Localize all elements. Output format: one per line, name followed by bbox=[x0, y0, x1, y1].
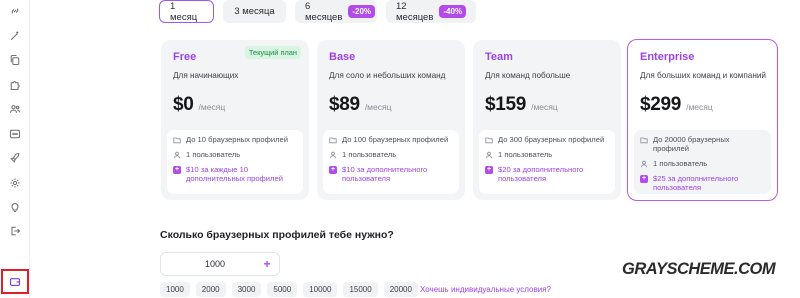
sidebar bbox=[0, 0, 30, 298]
user-icon bbox=[173, 151, 181, 159]
tab-label: 12 месяцев bbox=[396, 0, 434, 23]
sidebar-item-billing[interactable] bbox=[1, 269, 29, 294]
plan-period: /месяц bbox=[198, 102, 226, 112]
tab-12-months[interactable]: 12 месяцев -40% bbox=[386, 0, 476, 23]
plan-period: /месяц bbox=[364, 102, 392, 112]
feature-users: 1 пользователь bbox=[329, 150, 453, 159]
plan-name: Base bbox=[329, 51, 356, 63]
feature-profiles: До 10 браузерных профилей bbox=[173, 135, 297, 144]
preset-2000[interactable]: 2000 bbox=[195, 282, 226, 297]
logout-icon[interactable] bbox=[8, 224, 22, 238]
feature-addon: + $10 за дополнительного пользователя bbox=[329, 165, 428, 183]
settings-icon[interactable] bbox=[8, 176, 22, 190]
plan-name: Enterprise bbox=[640, 51, 695, 63]
plan-features: До 100 браузерных профилей 1 пользовател… bbox=[323, 130, 459, 194]
plan-card-free[interactable]: Free Текущий план Для начинающих $0 /мес… bbox=[161, 40, 309, 200]
tab-3-months[interactable]: 3 месяца bbox=[223, 0, 286, 23]
rocket-icon[interactable] bbox=[8, 151, 22, 165]
plan-card-base[interactable]: Base Для соло и небольших команд $89 /ме… bbox=[317, 40, 465, 200]
plan-name: Team bbox=[485, 51, 513, 63]
feature-users: 1 пользователь bbox=[485, 150, 609, 159]
feature-addon: + $25 за дополнительного пользователя bbox=[640, 174, 739, 192]
profile-presets: 1000 2000 3000 5000 10000 15000 20000 bbox=[160, 282, 418, 297]
preset-3000[interactable]: 3000 bbox=[231, 282, 262, 297]
preset-5000[interactable]: 5000 bbox=[267, 282, 298, 297]
user-icon bbox=[329, 151, 337, 159]
plan-features: До 20000 браузерных профилей 1 пользоват… bbox=[634, 130, 771, 194]
feature-addon: + $20 за дополнительного пользователя bbox=[485, 165, 584, 183]
tab-label: 6 месяцев bbox=[305, 0, 343, 23]
tab-label: 1 месяц bbox=[170, 0, 198, 23]
custom-terms-link[interactable]: Хочешь индивидуальные условия? bbox=[420, 285, 551, 294]
preset-15000[interactable]: 15000 bbox=[343, 282, 378, 297]
preset-10000[interactable]: 10000 bbox=[303, 282, 338, 297]
feature-profiles: До 20000 браузерных профилей bbox=[640, 135, 765, 153]
user-icon bbox=[640, 160, 648, 168]
folder-icon bbox=[329, 136, 337, 144]
feature-users: 1 пользователь bbox=[173, 150, 297, 159]
plan-description: Для больших команд и компаний bbox=[640, 71, 766, 80]
wand-icon[interactable] bbox=[8, 29, 22, 43]
plan-price: $89 bbox=[329, 94, 360, 115]
feature-addon: + $10 за каждые 10 дополнительных профил… bbox=[173, 165, 283, 183]
folder-icon bbox=[173, 136, 181, 144]
folder-icon bbox=[640, 136, 648, 144]
profiles-count-value[interactable]: 1000 bbox=[161, 259, 255, 269]
discount-badge: -40% bbox=[439, 5, 467, 18]
feature-profiles: До 300 браузерных профилей bbox=[485, 135, 609, 144]
plus-icon: + bbox=[640, 174, 648, 183]
link-icon[interactable] bbox=[8, 4, 22, 18]
plan-period: /месяц bbox=[686, 102, 713, 112]
plus-icon: + bbox=[485, 165, 493, 174]
feature-users: 1 пользователь bbox=[640, 159, 765, 168]
period-tabs: 1 месяц 3 месяца 6 месяцев -20% 12 месяц… bbox=[159, 0, 476, 23]
api-icon[interactable] bbox=[8, 127, 22, 141]
plus-icon: + bbox=[329, 165, 337, 174]
tab-1-month[interactable]: 1 месяц bbox=[159, 0, 214, 23]
puzzle-icon[interactable] bbox=[8, 78, 22, 92]
plan-price: $299 bbox=[640, 94, 682, 115]
current-plan-badge: Текущий план bbox=[244, 46, 301, 59]
user-icon bbox=[485, 151, 493, 159]
plan-description: Для команд побольше bbox=[485, 71, 571, 80]
plan-features: До 300 браузерных профилей 1 пользовател… bbox=[479, 130, 615, 194]
folder-icon bbox=[485, 136, 493, 144]
preset-20000[interactable]: 20000 bbox=[383, 282, 418, 297]
watermark: GRAYSCHEME.COM bbox=[622, 260, 776, 278]
tab-label: 3 месяца bbox=[234, 6, 275, 17]
plan-price: $0 bbox=[173, 94, 194, 115]
tab-6-months[interactable]: 6 месяцев -20% bbox=[295, 0, 377, 23]
plan-card-team[interactable]: Team Для команд побольше $159 /месяц До … bbox=[473, 40, 621, 200]
feature-profiles: До 100 браузерных профилей bbox=[329, 135, 453, 144]
profiles-question-title: Сколько браузерных профилей тебе нужно? bbox=[160, 229, 394, 241]
plan-card-enterprise[interactable]: Enterprise Для больших команд и компаний… bbox=[627, 39, 778, 201]
users-icon[interactable] bbox=[8, 102, 22, 116]
plan-price: $159 bbox=[485, 94, 527, 115]
bulb-icon[interactable] bbox=[8, 200, 22, 214]
wallet-icon bbox=[9, 276, 21, 288]
plan-description: Для соло и небольших команд bbox=[329, 71, 446, 80]
profiles-stepper[interactable]: 1000 + bbox=[160, 252, 280, 276]
discount-badge: -20% bbox=[348, 5, 376, 18]
increment-button[interactable]: + bbox=[255, 257, 279, 271]
copy-icon[interactable] bbox=[8, 53, 22, 67]
plan-features: До 10 браузерных профилей 1 пользователь… bbox=[167, 130, 303, 194]
plus-icon: + bbox=[173, 165, 181, 174]
plan-description: Для начинающих bbox=[173, 71, 239, 80]
plan-period: /месяц bbox=[531, 102, 558, 112]
preset-1000[interactable]: 1000 bbox=[160, 282, 190, 297]
